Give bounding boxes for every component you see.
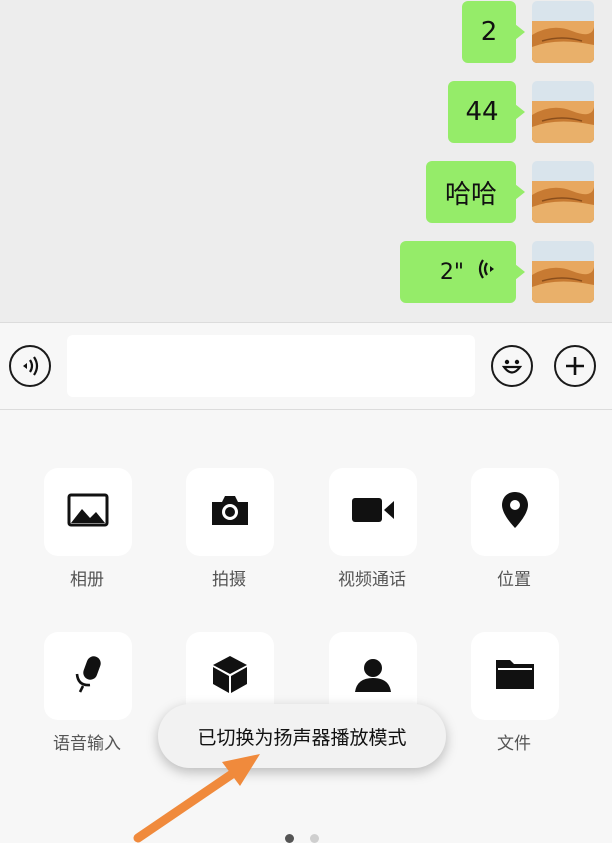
message-text: 哈哈 xyxy=(444,179,497,210)
avatar[interactable] xyxy=(532,1,594,63)
cube-icon xyxy=(210,654,250,698)
file-button[interactable] xyxy=(471,632,559,720)
location-button[interactable] xyxy=(471,468,559,556)
photo-album-button[interactable] xyxy=(44,468,132,556)
message-text: 44 xyxy=(465,97,499,127)
tile-label: 位置 xyxy=(497,570,531,590)
input-bar xyxy=(0,322,612,410)
message-bubble[interactable]: 2 xyxy=(462,1,525,63)
chat-area: 2 44 哈哈 2" xyxy=(0,0,612,322)
message-row: 2" xyxy=(400,241,594,303)
tile-label: 视频通话 xyxy=(338,570,406,590)
camera-button[interactable] xyxy=(186,468,274,556)
photo-icon xyxy=(67,493,109,531)
avatar[interactable] xyxy=(532,161,594,223)
folder-icon xyxy=(494,657,536,695)
contact-card-icon xyxy=(353,654,393,698)
plus-icon[interactable] xyxy=(554,345,596,387)
camera-icon xyxy=(209,493,251,531)
location-icon xyxy=(500,490,530,534)
tile-label: 文件 xyxy=(497,734,531,754)
video-call-button[interactable] xyxy=(329,468,417,556)
message-row: 哈哈 xyxy=(426,161,594,223)
message-text: 2 xyxy=(480,17,498,47)
microphone-icon xyxy=(71,654,105,698)
message-bubble[interactable]: 44 xyxy=(448,81,525,143)
tile-label: 相册 xyxy=(70,570,104,590)
message-row: 44 xyxy=(448,81,594,143)
voice-message-bubble[interactable]: 2" xyxy=(400,241,525,303)
annotation-arrow xyxy=(133,754,260,843)
voice-input-button[interactable] xyxy=(44,632,132,720)
emoji-icon[interactable] xyxy=(491,345,533,387)
tile-label: 拍摄 xyxy=(212,570,246,590)
voice-toggle-icon[interactable] xyxy=(9,345,51,387)
voice-duration: 2" xyxy=(439,259,464,285)
voice-wave-icon xyxy=(474,257,498,287)
message-bubble[interactable]: 哈哈 xyxy=(426,161,525,223)
page-indicator-dot xyxy=(310,834,319,843)
message-input[interactable] xyxy=(67,335,475,397)
message-row: 2 xyxy=(462,1,594,63)
video-call-icon xyxy=(350,495,396,529)
page-indicator-dot-active xyxy=(285,834,294,843)
avatar[interactable] xyxy=(532,241,594,303)
avatar[interactable] xyxy=(532,81,594,143)
